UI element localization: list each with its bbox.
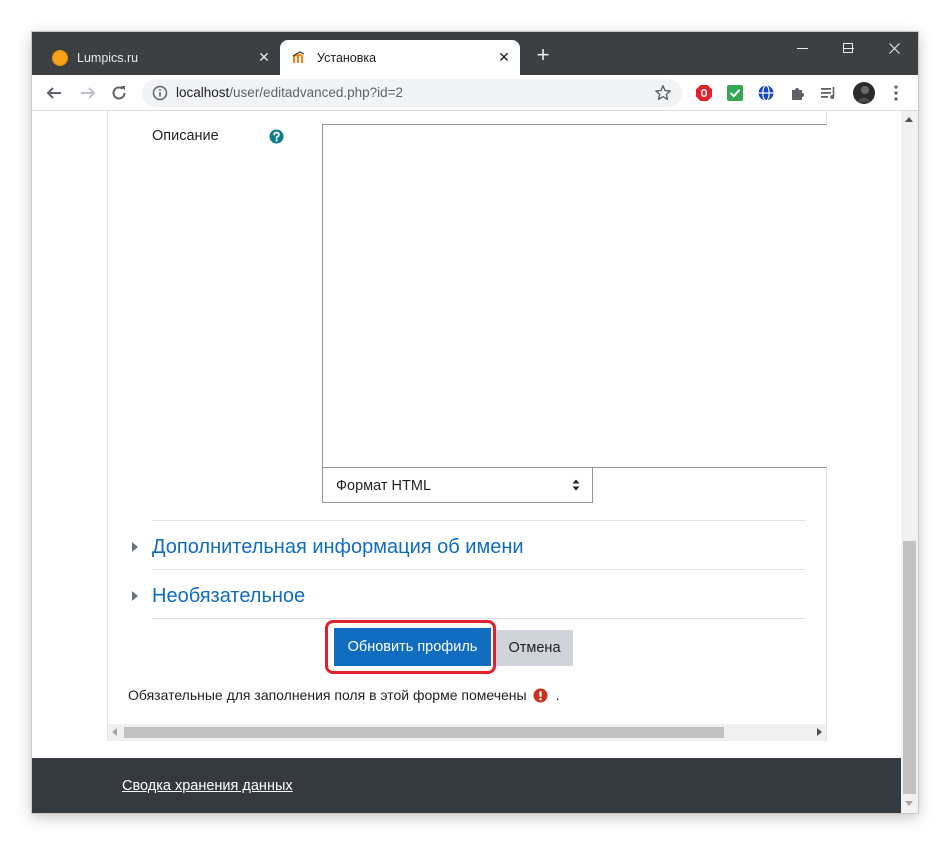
tab-strip: Lumpics.ru ✕ Установка ✕ + [32, 32, 918, 75]
description-label: Описание [152, 128, 219, 144]
back-icon[interactable] [41, 80, 67, 106]
scroll-right-icon[interactable] [817, 728, 822, 736]
close-window-icon[interactable] [872, 36, 916, 60]
required-note-text: Обязательные для заполнения поля в этой … [128, 687, 527, 703]
cancel-button[interactable]: Отмена [496, 630, 573, 666]
select-caret-icon [572, 479, 580, 491]
description-editor[interactable] [322, 124, 827, 468]
vertical-scrollbar[interactable] [901, 111, 918, 813]
page-footer: Сводка хранения данных [32, 758, 901, 813]
tab-title: Lumpics.ru [77, 50, 139, 65]
tab-lumpics[interactable]: Lumpics.ru ✕ [40, 40, 280, 75]
vpn-globe-extension-icon[interactable] [756, 83, 776, 103]
tab-install[interactable]: Установка ✕ [280, 40, 520, 75]
expand-chevron-icon [132, 591, 138, 601]
highlight-annotation [325, 620, 496, 674]
section-title: Дополнительная информация об имени [152, 535, 524, 558]
profile-avatar[interactable] [852, 81, 876, 105]
section-optional[interactable]: Необязательное [132, 581, 305, 611]
section-title: Необязательное [152, 584, 306, 607]
maximize-icon[interactable] [826, 36, 870, 60]
horizontal-scrollbar[interactable] [108, 724, 826, 741]
page-viewport: Описание Формат HTML Дополнительная инфо… [32, 111, 918, 813]
select-value: Формат HTML [336, 478, 432, 494]
section-divider [152, 618, 805, 619]
new-tab-plus-icon[interactable]: + [532, 44, 554, 66]
bookmark-star-icon[interactable] [654, 84, 672, 102]
section-additional-name-info[interactable]: Дополнительная информация об имени [132, 532, 524, 562]
scroll-left-icon[interactable] [112, 728, 117, 736]
required-note-suffix: . [555, 687, 560, 703]
reload-icon[interactable] [106, 80, 132, 106]
scroll-down-icon[interactable] [905, 801, 913, 806]
address-url: localhost/user/editadvanced.php?id=2 [176, 85, 403, 100]
scroll-up-icon[interactable] [905, 117, 913, 122]
text-format-select[interactable]: Формат HTML [322, 467, 593, 503]
tab-title: Установка [317, 50, 377, 65]
required-fields-note: Обязательные для заполнения поля в этой … [128, 687, 559, 703]
url-path: /user/editadvanced.php?id=2 [229, 85, 404, 100]
moodle-favicon-icon [292, 50, 305, 63]
adblock-extension-icon[interactable] [694, 83, 714, 103]
minimize-icon[interactable] [780, 36, 824, 60]
site-info-icon[interactable] [152, 85, 168, 101]
section-divider [152, 569, 805, 570]
browser-window: Lumpics.ru ✕ Установка ✕ + localhost/use… [32, 32, 918, 813]
browser-toolbar: localhost/user/editadvanced.php?id=2 [32, 75, 918, 111]
required-exclamation-icon [533, 688, 548, 702]
extensions-puzzle-icon[interactable] [788, 83, 808, 103]
vertical-scroll-thumb[interactable] [903, 541, 916, 794]
forward-icon[interactable] [75, 80, 101, 106]
media-playlist-icon[interactable] [819, 83, 839, 103]
horizontal-scroll-thumb[interactable] [124, 727, 724, 738]
address-bar[interactable]: localhost/user/editadvanced.php?id=2 [142, 79, 682, 107]
lumpics-favicon-icon [52, 49, 68, 66]
section-divider [152, 520, 805, 521]
expand-chevron-icon [132, 542, 138, 552]
browser-menu-icon[interactable] [886, 83, 906, 103]
url-host: localhost [176, 85, 230, 100]
tab-close-icon[interactable]: ✕ [494, 48, 514, 68]
data-retention-summary-link[interactable]: Сводка хранения данных [122, 778, 293, 794]
checkmark-extension-icon[interactable] [725, 83, 745, 103]
help-question-icon[interactable] [269, 129, 284, 144]
tab-close-icon[interactable]: ✕ [254, 48, 274, 68]
